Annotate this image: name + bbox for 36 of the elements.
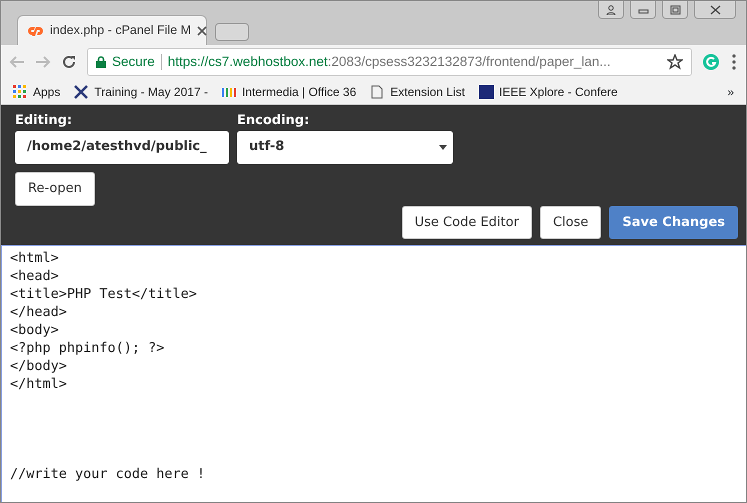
- url-text: https://cs7.webhostbox.net:2083/cpsess3232132873/frontend/paper_lan...: [168, 52, 612, 71]
- save-button[interactable]: Save Changes: [609, 206, 738, 239]
- star-icon[interactable]: [667, 54, 683, 70]
- person-icon: [606, 4, 616, 14]
- profile-button[interactable]: [598, 1, 624, 19]
- address-bar[interactable]: Secure https://cs7.webhostbox.net:2083/cpsess3232132873/frontend/paper_lan...: [87, 48, 692, 76]
- file-path-field[interactable]: /home2/atesthvd/public_: [15, 130, 229, 164]
- menu-icon[interactable]: [730, 53, 738, 71]
- page-icon: [370, 84, 386, 98]
- action-button[interactable]: Close: [540, 206, 602, 239]
- encoding-select[interactable]: utf-8: [237, 130, 453, 164]
- close-icon[interactable]: [197, 26, 208, 36]
- tab-title: index.php - cPanel File M: [50, 22, 192, 40]
- field-label: Encoding:: [237, 112, 310, 130]
- lock-icon: [96, 56, 106, 68]
- bookmark[interactable]: IEEE Xplore - Confere: [478, 82, 618, 100]
- bookmark[interactable]: Extension List: [370, 82, 465, 100]
- code-editor[interactable]: <html> <head> <title>PHP Test</title> </head> <body> <?php phpinfo(); ?> </body> </html> //write your code here !: [1, 245, 746, 502]
- bookmark[interactable]: Intermedia | Office 36: [222, 82, 356, 100]
- reopen-button[interactable]: Re-open: [15, 172, 95, 206]
- apps-grid-icon: [13, 84, 28, 98]
- bookmark[interactable]: Apps: [13, 82, 60, 100]
- bookmarks-overflow[interactable]: »: [727, 82, 734, 100]
- browser-tab[interactable]: index.php - cPanel File M: [17, 15, 207, 45]
- caret-icon: [439, 144, 447, 150]
- url-divider: [160, 54, 162, 70]
- close-icon: [710, 4, 720, 14]
- close-button[interactable]: [694, 1, 736, 19]
- field-label: Editing:: [15, 112, 74, 130]
- maximize-icon: [670, 4, 680, 14]
- action-button[interactable]: Use Code Editor: [402, 206, 532, 239]
- reload-icon[interactable]: [61, 54, 77, 70]
- bookmark[interactable]: Training - May 2017 -: [74, 82, 208, 100]
- minimize-button[interactable]: [630, 1, 656, 19]
- security-label: Secure: [112, 52, 155, 71]
- maximize-button[interactable]: [662, 1, 688, 19]
